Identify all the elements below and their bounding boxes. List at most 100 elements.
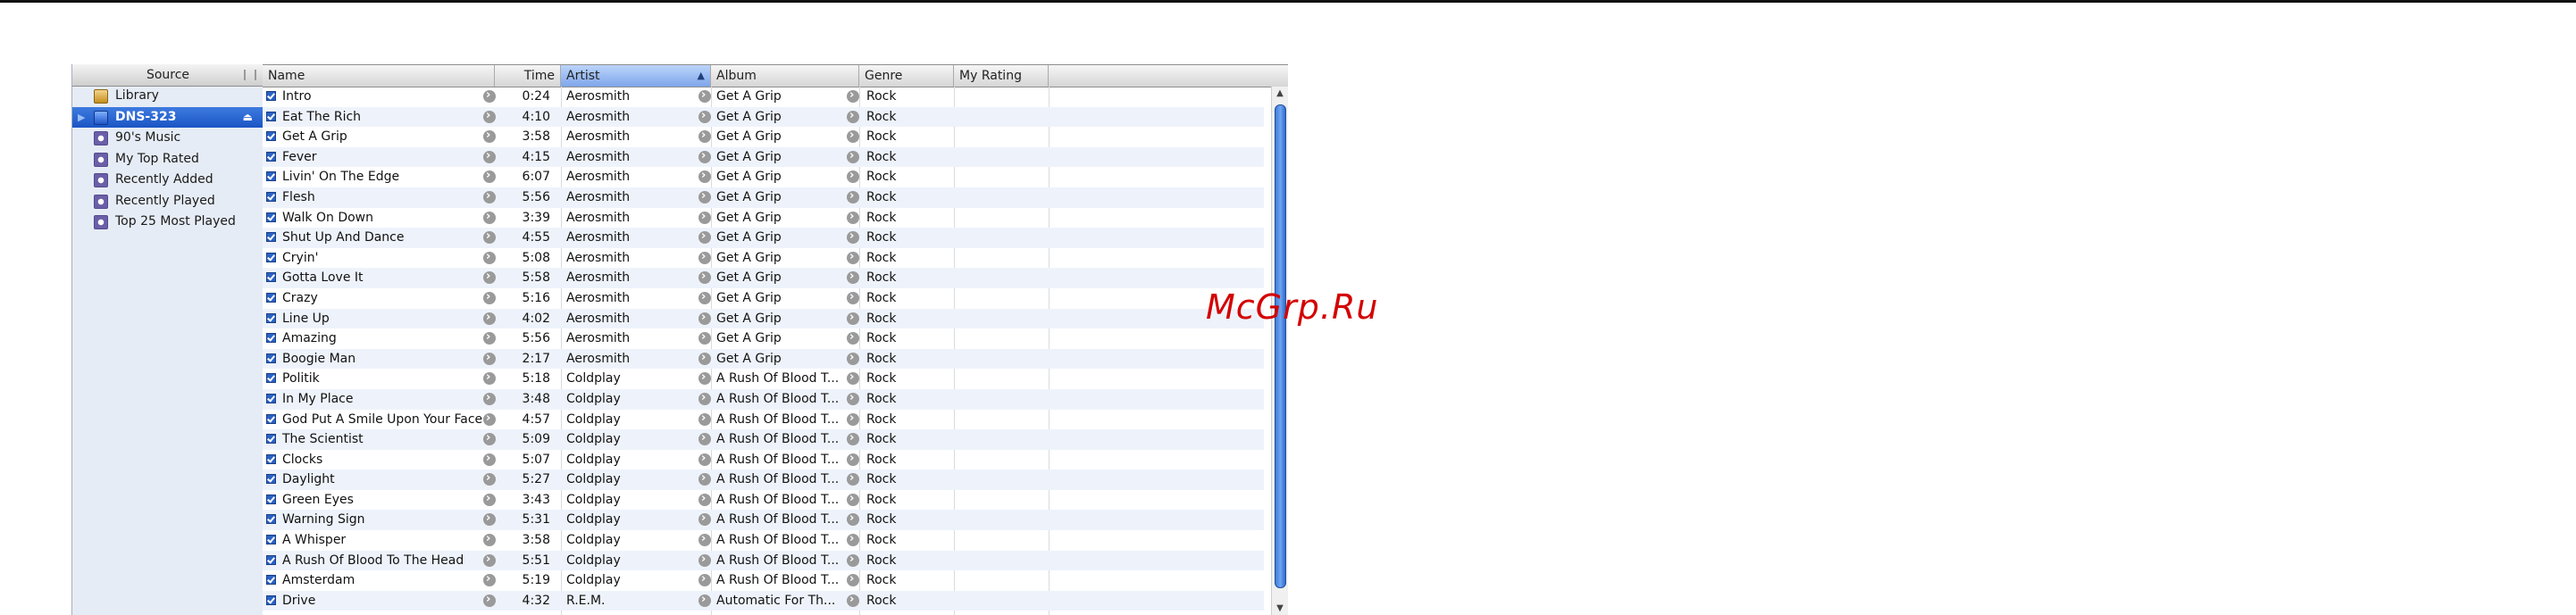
store-link-arrow-icon[interactable]	[483, 534, 496, 547]
table-row[interactable]: Line Up 4:02 Aerosmith Get A Grip Rock	[263, 308, 1264, 329]
store-link-arrow-icon[interactable]	[483, 291, 496, 304]
store-link-arrow-icon[interactable]	[483, 392, 496, 405]
store-link-arrow-icon[interactable]	[698, 372, 711, 386]
source-item[interactable]: Recently Played	[72, 191, 263, 212]
track-rating[interactable]	[958, 551, 1056, 571]
source-item[interactable]: My Top Rated	[72, 149, 263, 170]
store-link-arrow-icon[interactable]	[698, 251, 711, 264]
store-link-arrow-icon[interactable]	[847, 110, 859, 123]
track-rating[interactable]	[958, 510, 1056, 530]
column-header-album[interactable]: Album	[711, 65, 859, 87]
store-link-arrow-icon[interactable]	[483, 251, 496, 264]
track-rating[interactable]	[958, 450, 1056, 470]
track-checkbox[interactable]	[266, 328, 280, 349]
scroll-thumb[interactable]	[1275, 104, 1286, 588]
store-link-arrow-icon[interactable]	[847, 553, 859, 567]
store-link-arrow-icon[interactable]	[847, 574, 859, 587]
source-column-header[interactable]: Source	[72, 64, 263, 87]
track-checkbox[interactable]	[266, 429, 280, 450]
column-header-rating[interactable]: My Rating	[954, 65, 1049, 87]
track-rating[interactable]	[958, 591, 1056, 611]
table-row[interactable]: A Whisper 3:58 Coldplay A Rush Of Blood T..…	[263, 530, 1264, 551]
table-row[interactable]: Walk On Down 3:39 Aerosmith Get A Grip Rock	[263, 208, 1264, 229]
column-header-genre[interactable]: Genre	[859, 65, 954, 87]
store-link-arrow-icon[interactable]	[847, 372, 859, 386]
track-checkbox[interactable]	[266, 450, 280, 470]
scroll-up-arrow-icon[interactable]: ▲	[1272, 87, 1288, 101]
track-checkbox[interactable]	[266, 288, 280, 309]
table-row[interactable]: Fever 4:15 Aerosmith Get A Grip Rock	[263, 146, 1264, 168]
track-checkbox[interactable]	[266, 570, 280, 591]
store-link-arrow-icon[interactable]	[698, 513, 711, 527]
table-row[interactable]: The Scientist 5:09 Coldplay A Rush Of Blood…	[263, 429, 1264, 450]
store-link-arrow-icon[interactable]	[698, 453, 711, 466]
track-rating[interactable]	[958, 349, 1056, 370]
source-item[interactable]: ▶ DNS-323 ⏏	[72, 106, 263, 128]
store-link-arrow-icon[interactable]	[483, 90, 496, 103]
track-rating[interactable]	[958, 187, 1056, 208]
store-link-arrow-icon[interactable]	[698, 271, 711, 285]
table-row[interactable]: Boogie Man 2:17 Aerosmith Get A Grip Rock	[263, 348, 1264, 370]
track-rating[interactable]	[958, 429, 1056, 450]
track-rating[interactable]	[958, 87, 1056, 107]
table-row[interactable]: Amsterdam 5:19 Coldplay A Rush Of Blood T..…	[263, 570, 1264, 591]
track-rating[interactable]	[958, 288, 1056, 309]
table-row[interactable]: Get A Grip 3:58 Aerosmith Get A Grip Rock	[263, 127, 1264, 147]
scroll-down-arrow-icon[interactable]: ▼	[1272, 602, 1288, 615]
track-checkbox[interactable]	[266, 490, 280, 511]
table-row[interactable]: Warning Sign 5:31 Coldplay A Rush Of Blood …	[263, 510, 1264, 531]
store-link-arrow-icon[interactable]	[847, 493, 859, 506]
table-row[interactable]: A Rush Of Blood To The Head 5:51 Coldplay A…	[263, 550, 1264, 571]
table-row[interactable]: Gotta Love It 5:58 Aerosmith Get A Grip Rock	[263, 268, 1264, 288]
store-link-arrow-icon[interactable]	[698, 211, 711, 224]
store-link-arrow-icon[interactable]	[698, 493, 711, 506]
store-link-arrow-icon[interactable]	[483, 110, 496, 123]
store-link-arrow-icon[interactable]	[698, 332, 711, 345]
track-checkbox[interactable]	[266, 410, 280, 430]
store-link-arrow-icon[interactable]	[847, 412, 859, 426]
table-row[interactable]: Flesh 5:56 Aerosmith Get A Grip Rock	[263, 187, 1264, 208]
store-link-arrow-icon[interactable]	[698, 231, 711, 245]
store-link-arrow-icon[interactable]	[847, 291, 859, 304]
store-link-arrow-icon[interactable]	[847, 150, 859, 163]
store-link-arrow-icon[interactable]	[698, 433, 711, 446]
store-link-arrow-icon[interactable]	[483, 453, 496, 466]
store-link-arrow-icon[interactable]	[847, 433, 859, 446]
track-checkbox[interactable]	[266, 127, 280, 147]
track-checkbox[interactable]	[266, 167, 280, 187]
store-link-arrow-icon[interactable]	[698, 574, 711, 587]
store-link-arrow-icon[interactable]	[698, 90, 711, 103]
track-rating[interactable]	[958, 490, 1056, 511]
column-header-time[interactable]: Time	[495, 65, 561, 87]
store-link-arrow-icon[interactable]	[847, 130, 859, 144]
store-link-arrow-icon[interactable]	[698, 553, 711, 567]
track-checkbox[interactable]	[266, 87, 280, 107]
track-checkbox[interactable]	[266, 369, 280, 389]
track-rating[interactable]	[958, 167, 1056, 187]
store-link-arrow-icon[interactable]	[847, 534, 859, 547]
source-item[interactable]: 90's Music	[72, 128, 263, 149]
store-link-arrow-icon[interactable]	[483, 352, 496, 365]
vertical-scrollbar[interactable]: ▲ ▼	[1271, 87, 1288, 615]
table-row[interactable]: Cryin' 5:08 Aerosmith Get A Grip Rock	[263, 248, 1264, 269]
table-row[interactable]: Clocks 5:07 Coldplay A Rush Of Blood T... Ro…	[263, 450, 1264, 470]
track-rating[interactable]	[958, 570, 1056, 591]
source-item[interactable]: Recently Added	[72, 170, 263, 191]
track-rating[interactable]	[958, 530, 1056, 551]
table-row[interactable]: Crazy 5:16 Aerosmith Get A Grip Rock	[263, 288, 1264, 309]
store-link-arrow-icon[interactable]	[847, 332, 859, 345]
store-link-arrow-icon[interactable]	[698, 130, 711, 144]
table-row[interactable]: Eat The Rich 4:10 Aerosmith Get A Grip Rock	[263, 106, 1264, 128]
track-checkbox[interactable]	[266, 107, 280, 128]
store-link-arrow-icon[interactable]	[483, 433, 496, 446]
store-link-arrow-icon[interactable]	[483, 493, 496, 506]
table-row[interactable]: Amazing 5:56 Aerosmith Get A Grip Rock	[263, 328, 1264, 349]
store-link-arrow-icon[interactable]	[847, 190, 859, 204]
store-link-arrow-icon[interactable]	[847, 170, 859, 184]
track-checkbox[interactable]	[266, 349, 280, 370]
store-link-arrow-icon[interactable]	[847, 392, 859, 405]
column-header-name[interactable]: Name	[263, 65, 495, 87]
track-rating[interactable]	[958, 228, 1056, 248]
store-link-arrow-icon[interactable]	[698, 352, 711, 365]
table-row[interactable]: Intro 0:24 Aerosmith Get A Grip Rock	[263, 87, 1264, 107]
